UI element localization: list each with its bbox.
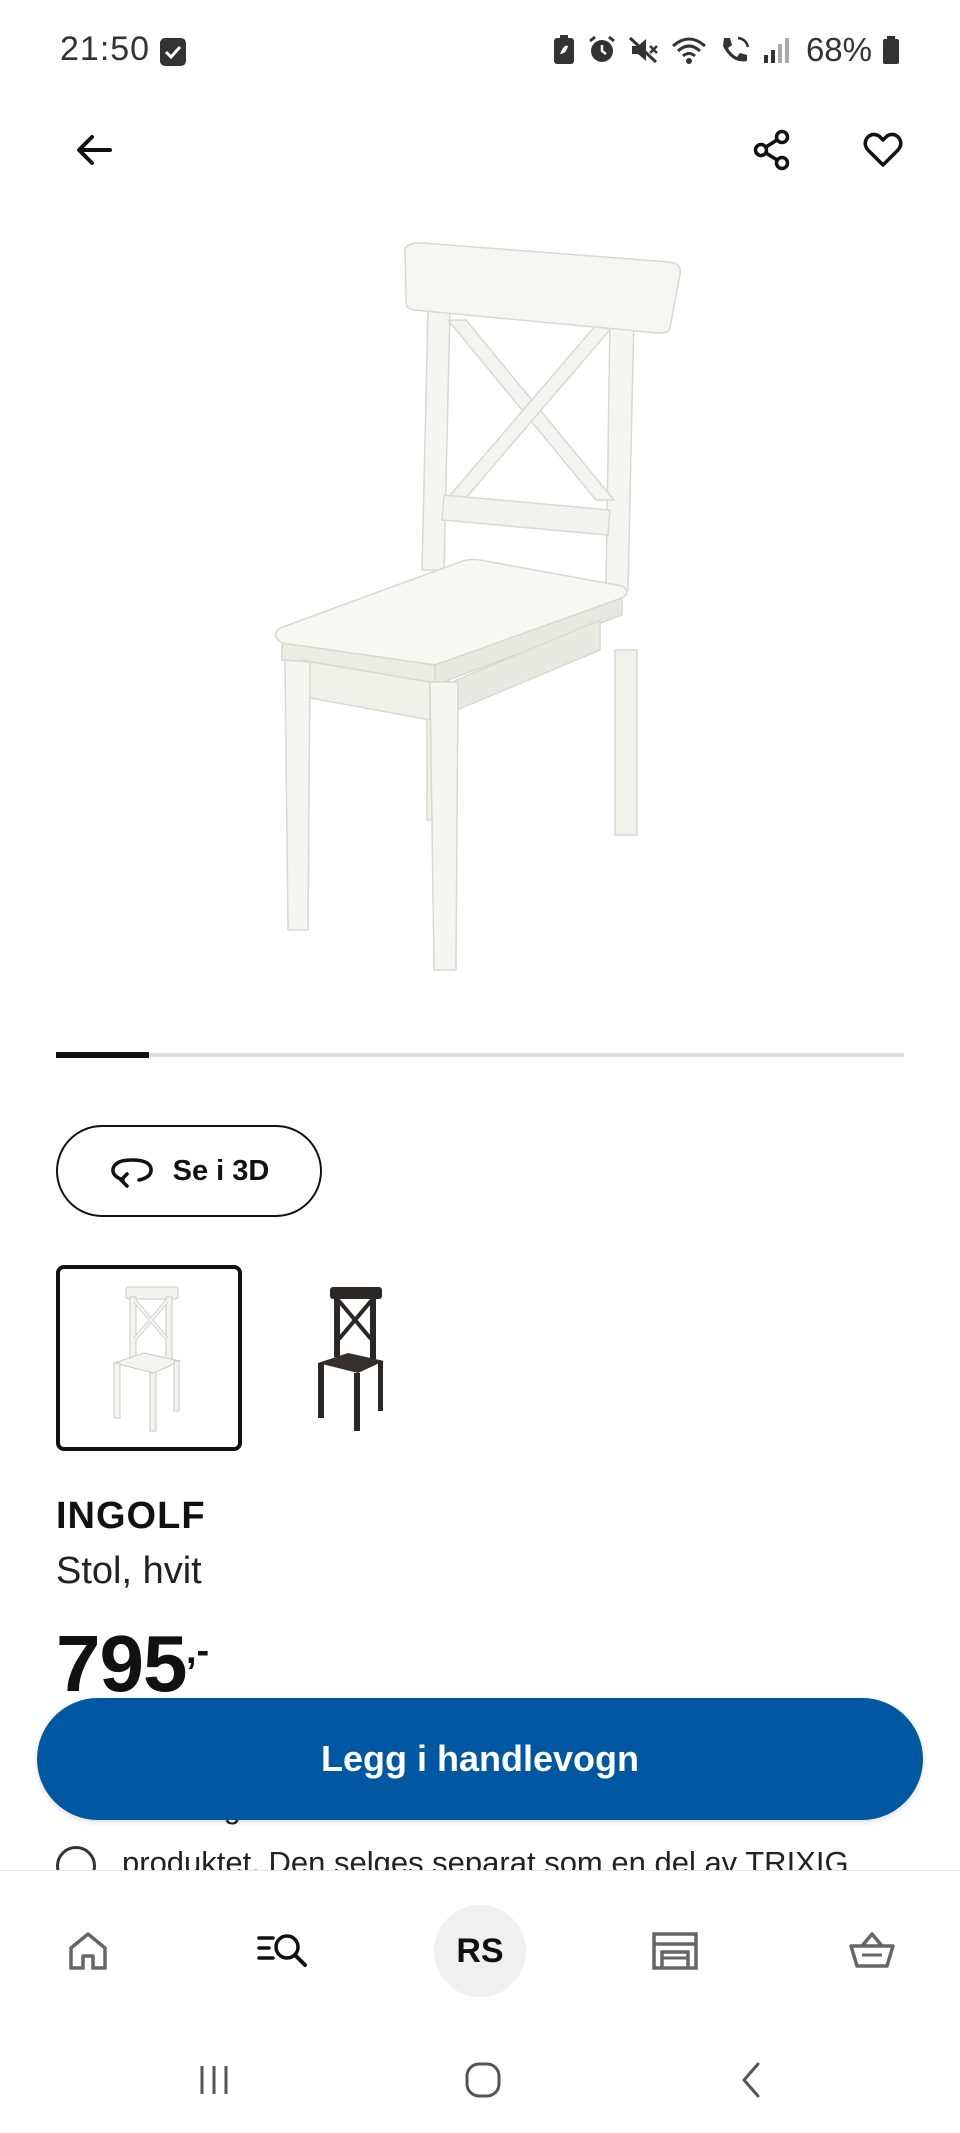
- home-circle-icon: [465, 2062, 501, 2098]
- view-in-3d-label: Se i 3D: [172, 1154, 270, 1187]
- price-suffix: ,-: [186, 1630, 210, 1672]
- product-description: Stol, hvit: [56, 1550, 202, 1592]
- back-button[interactable]: [54, 110, 134, 190]
- share-button[interactable]: [732, 110, 812, 190]
- view-in-3d-button[interactable]: Se i 3D: [56, 1125, 322, 1217]
- status-icons: 68%: [552, 28, 900, 72]
- black-brown-chair-thumbnail: [318, 1287, 384, 1431]
- search-icon: [257, 1934, 307, 1967]
- system-navigation-bar: [0, 2030, 960, 2133]
- heart-icon: [863, 132, 903, 167]
- white-chair-thumbnail: [112, 1286, 182, 1432]
- battery-percentage: 68%: [805, 31, 872, 68]
- battery-saver-icon: [553, 35, 574, 64]
- mute-icon: [628, 36, 658, 64]
- product-image[interactable]: [230, 230, 730, 1000]
- bottom-navigation: RS: [0, 1870, 960, 2030]
- variant-white[interactable]: [56, 1265, 242, 1451]
- status-time: 21:50: [60, 30, 151, 68]
- recent-apps-button[interactable]: [174, 2050, 254, 2110]
- product-price: 795: [56, 1619, 187, 1708]
- nav-stores[interactable]: [625, 1901, 725, 2001]
- add-to-cart-button[interactable]: Legg i handlevogn: [37, 1698, 923, 1820]
- status-bar: 21:50 68%: [0, 0, 960, 104]
- variant-black-brown[interactable]: [260, 1265, 446, 1451]
- image-carousel-progress: [56, 1052, 904, 1058]
- product-name: INGOLF: [56, 1495, 206, 1537]
- signal-icon: [763, 38, 789, 63]
- nav-search[interactable]: [233, 1901, 333, 2001]
- chair-illustration: [274, 242, 682, 971]
- wifi-calling-icon: [722, 36, 750, 62]
- store-icon: [652, 1932, 698, 1970]
- rotate-360-icon: [110, 1158, 153, 1188]
- nav-profile[interactable]: RS: [430, 1901, 530, 2001]
- recent-apps-icon: [200, 2066, 228, 2094]
- system-back-button[interactable]: [712, 2050, 792, 2110]
- app-bar: [0, 110, 960, 190]
- wifi-icon: [671, 37, 706, 64]
- arrow-left-icon: [77, 135, 112, 165]
- nav-home[interactable]: [38, 1901, 138, 2001]
- home-icon: [69, 1932, 107, 1970]
- basket-icon: [849, 1932, 895, 1968]
- add-to-cart-label: Legg i handlevogn: [320, 1738, 639, 1779]
- carousel-progress-fill: [56, 1052, 150, 1058]
- share-icon: [753, 129, 790, 171]
- avatar-initials: RS: [456, 1931, 504, 1970]
- avatar: RS: [434, 1905, 526, 1997]
- favorite-button[interactable]: [843, 110, 923, 190]
- chevron-left-icon: [742, 2062, 760, 2098]
- nav-basket[interactable]: [822, 1901, 922, 2001]
- home-system-button[interactable]: [443, 2050, 523, 2110]
- notification-check-icon: [160, 38, 186, 66]
- battery-icon: [883, 36, 899, 64]
- alarm-icon: [589, 35, 615, 62]
